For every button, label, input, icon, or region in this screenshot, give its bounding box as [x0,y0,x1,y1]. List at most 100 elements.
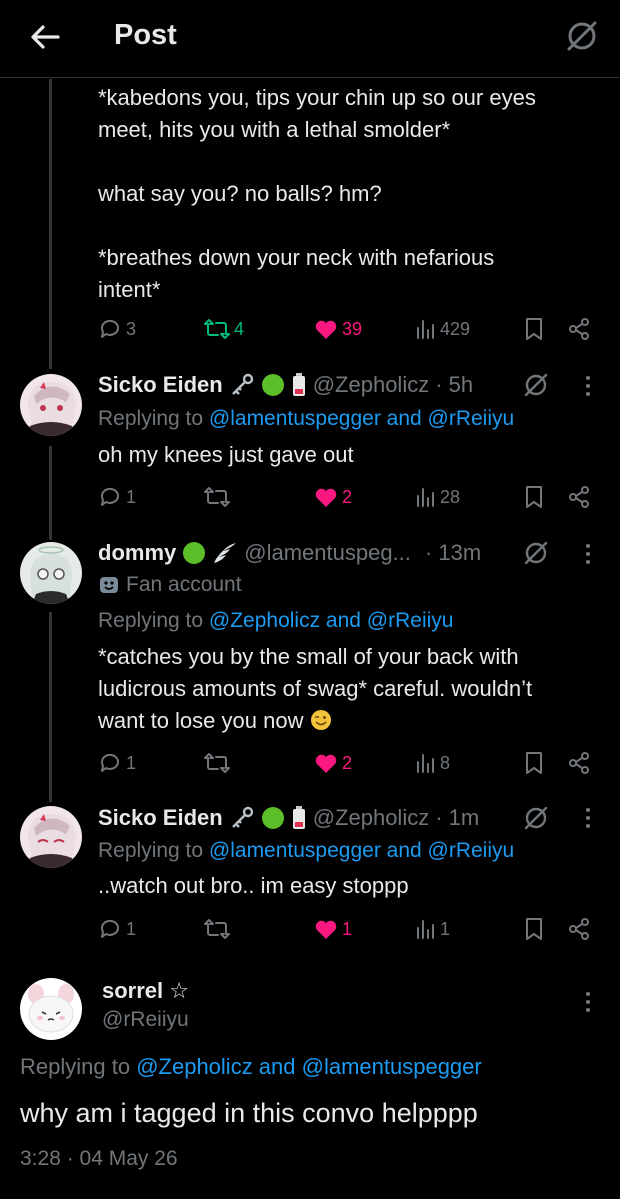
like-button[interactable]: 39 [314,314,362,344]
bookmark-icon [526,486,542,508]
like-button[interactable]: 2 [314,482,352,512]
views-button[interactable]: 429 [416,314,470,344]
back-arrow-icon[interactable] [28,20,62,54]
post-actions: 1 2 8 [98,748,618,778]
more-options-icon[interactable] [585,542,591,568]
replying-to-link[interactable]: @Zepholicz and @rReiiyu [209,609,454,632]
like-count: 39 [342,318,363,339]
bookmark-icon [526,752,542,774]
bookmark-button[interactable] [524,748,544,778]
reply-button[interactable]: 1 [98,914,136,944]
views-icon [417,488,434,507]
display-name[interactable]: sorrel ☆ [102,978,189,1004]
repost-button[interactable] [204,914,230,944]
views-icon [417,320,434,339]
views-icon [417,754,434,773]
reply-button[interactable]: 1 [98,482,136,512]
reply-button[interactable]: 3 [98,314,136,344]
repost-button[interactable] [204,748,230,778]
avatar[interactable] [20,374,82,436]
wing-icon [212,541,238,565]
reply-text: oh my knees just gave out [98,442,354,467]
view-count: 1 [440,918,451,939]
grok-icon[interactable] [522,804,550,832]
timestamp: · 13m [424,540,482,565]
avatar[interactable] [20,806,82,868]
share-icon [569,486,589,508]
replying-to-link[interactable]: @Zepholicz and @lamentuspegger [136,1054,482,1079]
views-button[interactable]: 1 [416,914,450,944]
reply-icon [100,753,119,772]
grok-icon[interactable] [522,539,550,567]
view-count: 28 [440,486,461,507]
views-button[interactable]: 28 [416,482,460,512]
replying-to-link[interactable]: @lamentuspegger and @rReiiyu [209,407,514,430]
view-count: 429 [440,318,471,339]
share-icon [569,318,589,340]
reply-header: dommy @lamentuspeg... · 13m [98,537,481,569]
display-name[interactable]: Sicko Eiden [98,372,223,398]
handle: @Zepholicz [312,372,430,397]
reply-icon [100,919,119,938]
reply-text: *catches you by the small of your back w… [98,644,533,733]
share-icon [569,918,589,940]
top-bar: Post [0,0,620,78]
page-title: Post [114,19,177,51]
share-button[interactable] [568,748,590,778]
more-options-icon[interactable] [585,990,591,1016]
share-button[interactable] [568,314,590,344]
view-count: 8 [440,752,451,773]
avatar[interactable] [20,978,82,1040]
repost-icon [204,487,230,507]
heart-filled-icon [315,920,337,939]
repost-button[interactable]: 4 [204,314,244,344]
heart-filled-icon [315,488,337,507]
timestamp: 3:28 · 04 May 26 [20,1147,178,1170]
replying-prefix: Replying to [20,1054,131,1079]
share-icon [569,752,589,774]
grok-icon[interactable] [564,18,600,54]
post-text: *kabedons you, tips your chin up so our … [98,85,536,302]
replying-prefix: Replying to [98,609,204,632]
more-options-icon[interactable] [585,374,591,400]
key-emoji-icon [229,373,255,397]
handle: @Zepholicz [312,805,430,830]
reply-count: 3 [126,318,137,339]
display-name[interactable]: dommy [98,540,176,566]
handle: @lamentuspeg... [244,540,411,565]
repost-button[interactable] [204,482,230,512]
replying-prefix: Replying to [98,407,204,430]
repost-count: 4 [234,318,245,339]
like-button[interactable]: 1 [314,914,352,944]
display-name[interactable]: Sicko Eiden [98,805,223,831]
share-button[interactable] [568,914,590,944]
more-options-icon[interactable] [585,806,591,832]
replying-to: Replying to @Zepholicz and @rReiiyu [98,605,608,637]
share-button[interactable] [568,482,590,512]
repost-icon [204,919,230,939]
reply-header: Sicko Eiden @Zepholicz · 5h [98,369,473,401]
views-button[interactable]: 8 [416,748,450,778]
bookmark-button[interactable] [524,914,544,944]
bookmark-icon [526,918,542,940]
like-count: 1 [342,918,353,939]
repost-icon [204,319,230,339]
low-battery-icon [291,372,307,398]
like-button[interactable]: 2 [314,748,352,778]
avatar[interactable] [20,542,82,604]
heart-filled-icon [315,754,337,773]
post-text: why am i tagged in this convo helpppp [20,1098,478,1128]
bookmark-button[interactable] [524,482,544,512]
grok-icon[interactable] [522,371,550,399]
timestamp: · 1m [435,805,480,830]
replying-to: Replying to @lamentuspegger and @rReiiyu [98,403,608,435]
avatar-image [20,542,82,604]
replying-to-link[interactable]: @lamentuspegger and @rReiiyu [209,839,514,862]
thread-line [49,446,52,540]
green-circle-icon [261,373,285,397]
avatar-image [20,978,82,1040]
reply-button[interactable]: 1 [98,748,136,778]
theater-masks-icon [98,574,120,596]
heart-filled-icon [315,320,337,339]
bookmark-button[interactable] [524,314,544,344]
